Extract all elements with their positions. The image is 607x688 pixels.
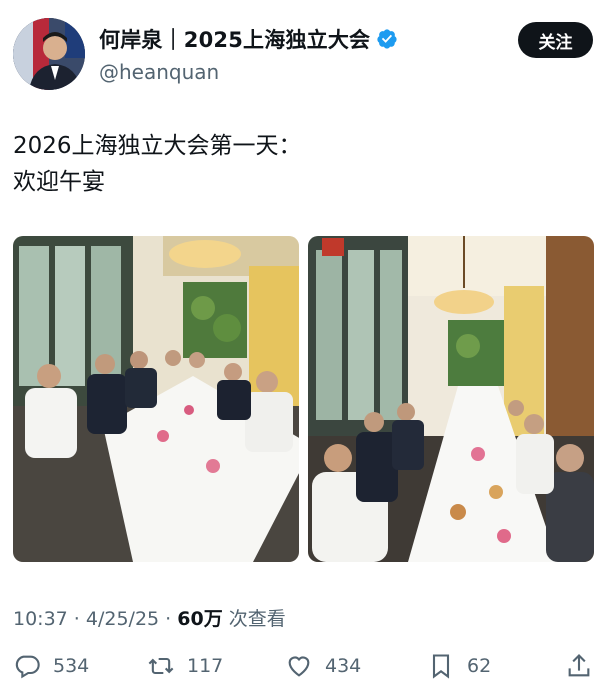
like-button[interactable]: 434 xyxy=(285,652,361,680)
reply-button[interactable]: 534 xyxy=(13,652,89,680)
avatar-image xyxy=(13,18,85,90)
repost-button[interactable]: 117 xyxy=(147,652,223,680)
bookmark-count: 62 xyxy=(467,655,492,677)
photo-right[interactable] xyxy=(308,236,594,562)
tweet-text: 2026上海独立大会第一天： 欢迎午宴 xyxy=(13,133,302,195)
share-icon xyxy=(568,654,590,677)
reply-icon xyxy=(15,655,40,679)
tweet-header: 何岸泉｜2025上海独立大会 @heanquan 关注 xyxy=(13,16,595,92)
display-name[interactable]: 何岸泉｜2025上海独立大会 xyxy=(99,24,370,54)
banquet-photo-left xyxy=(13,236,299,562)
photo-left[interactable] xyxy=(13,236,299,562)
photo-grid xyxy=(13,236,594,562)
view-label: 次查看 xyxy=(222,608,286,630)
avatar[interactable] xyxy=(13,18,85,90)
view-count: 60万 xyxy=(177,608,223,630)
like-count: 434 xyxy=(325,655,362,677)
heart-icon xyxy=(288,656,310,677)
repost-icon xyxy=(148,657,174,675)
verified-badge-icon xyxy=(376,28,398,50)
repost-count: 117 xyxy=(187,655,224,677)
handle[interactable]: @heanquan xyxy=(99,60,219,84)
banquet-photo-right xyxy=(308,236,594,562)
share-button[interactable] xyxy=(565,652,593,680)
name-row: 何岸泉｜2025上海独立大会 xyxy=(99,24,398,54)
bookmark-icon xyxy=(432,654,450,679)
bookmark-button[interactable]: 62 xyxy=(427,652,491,680)
timestamp[interactable]: 10:37 · 4/25/25 · xyxy=(13,608,177,630)
reply-count: 534 xyxy=(53,655,90,677)
action-bar: 534 117 434 62 xyxy=(13,652,594,688)
follow-button[interactable]: 关注 xyxy=(518,22,593,58)
tweet-meta: 10:37 · 4/25/25 · 60万 次查看 xyxy=(13,604,286,631)
